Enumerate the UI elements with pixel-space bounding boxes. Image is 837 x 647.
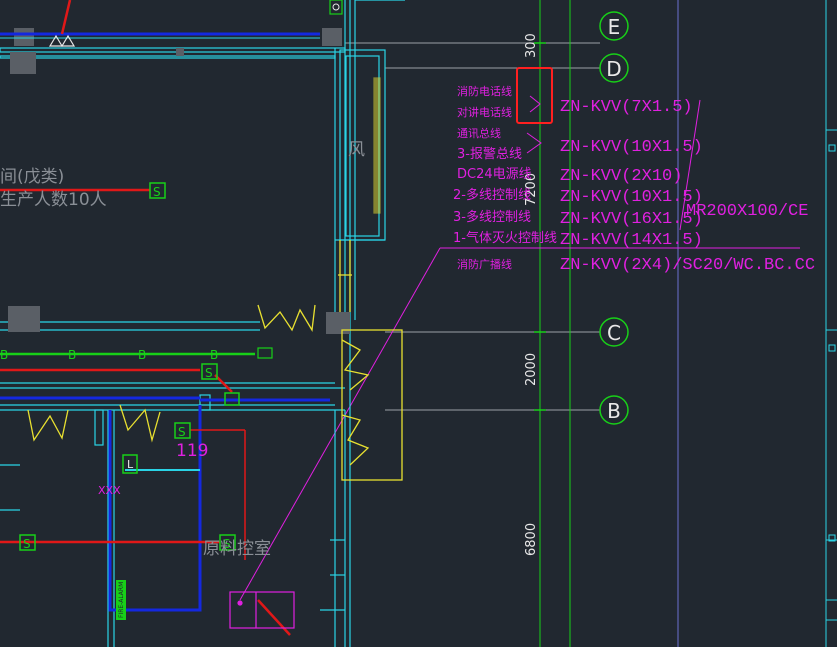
svg-text:D: D xyxy=(606,57,621,81)
device-top-right[interactable] xyxy=(329,0,343,15)
cable-spec-7: ZN-KVV(2X4)/SC20/WC.BC.CC xyxy=(560,256,815,275)
cable-label-dc24: DC24电源线 xyxy=(457,167,532,182)
green-bus-line: B B B B xyxy=(0,347,273,362)
cable-label-comm-bus: 通讯总线 xyxy=(457,126,501,140)
cable-label-broadcast: 消防广播线 xyxy=(457,257,512,271)
fire-alarm-panel[interactable]: FIRE-ALARM xyxy=(116,580,126,620)
cable-label-intercom: 对讲电话线 xyxy=(457,105,512,119)
svg-text:S: S xyxy=(23,537,31,551)
axis-bubble-d: D xyxy=(599,53,629,83)
wind-label: 风 xyxy=(348,140,365,160)
device-s-4[interactable]: S xyxy=(174,422,191,439)
dimension-6800: 6800 xyxy=(524,523,539,556)
svg-text:S: S xyxy=(178,425,186,439)
legend-arrow-1 xyxy=(529,95,541,113)
device-s-1[interactable]: S xyxy=(149,182,166,199)
legend-arrow-2 xyxy=(526,132,542,154)
cable-label-3-multiline: 3-多线控制线 xyxy=(453,209,531,225)
cable-spec-6: ZN-KVV(14X1.5) xyxy=(560,231,703,250)
axis-bubble-b: B xyxy=(599,395,629,425)
xxx-label: XXX xyxy=(98,484,121,497)
dimension-2000: 2000 xyxy=(524,353,539,386)
bus-marker-b-1: B xyxy=(0,348,8,362)
cable-spec-2: ZN-KVV(10X1.5) xyxy=(560,138,703,157)
svg-text:E: E xyxy=(608,15,621,39)
cable-spec-3: ZN-KVV(2X10) xyxy=(560,167,682,186)
bus-marker-b-2: B xyxy=(68,348,76,362)
svg-text:C: C xyxy=(607,321,621,345)
cable-label-2-multiline: 2-多线控制线 xyxy=(453,187,531,203)
cable-spec-1: ZN-KVV(7X1.5) xyxy=(560,98,693,117)
cable-legend: 消防电话线 对讲电话线 通讯总线 3-报警总线 DC24电源线 2-多线控制线 … xyxy=(239,84,815,601)
cable-label-fire-phone: 消防电话线 xyxy=(457,84,512,98)
device-119-label: 119 xyxy=(176,441,208,461)
axis-bubble-e: E xyxy=(599,11,629,41)
svg-text:L: L xyxy=(127,458,134,471)
svg-text:S: S xyxy=(153,185,161,199)
highlight-box xyxy=(516,67,553,124)
tray-spec: MR200X100/CE xyxy=(686,202,808,221)
cad-drawing-canvas[interactable]: E D C B 300 7200 2000 6800 消防电话线 对讲电话线 通… xyxy=(0,0,837,647)
svg-text:FIRE-ALARM: FIRE-ALARM xyxy=(118,582,125,618)
junction-box xyxy=(229,591,295,629)
svg-text:S: S xyxy=(205,366,213,380)
axis-bubble-c: C xyxy=(599,317,629,347)
dimension-300: 300 xyxy=(524,33,539,58)
bus-marker-b-3: B xyxy=(138,348,146,362)
svg-text:B: B xyxy=(607,399,621,423)
cable-spec-4: ZN-KVV(10X1.5) xyxy=(560,188,703,207)
cable-label-gas: 1-气体灭火控制线 xyxy=(453,230,557,246)
room-type-label: 间(戊类) xyxy=(0,167,64,187)
control-room-label: 原料控室 xyxy=(203,539,271,559)
occupancy-label: 生产人数10人 xyxy=(0,190,107,210)
bus-marker-b-4: B xyxy=(210,348,218,362)
cable-label-alarm-bus: 3-报警总线 xyxy=(457,146,522,162)
device-s-2[interactable]: S xyxy=(201,363,218,380)
